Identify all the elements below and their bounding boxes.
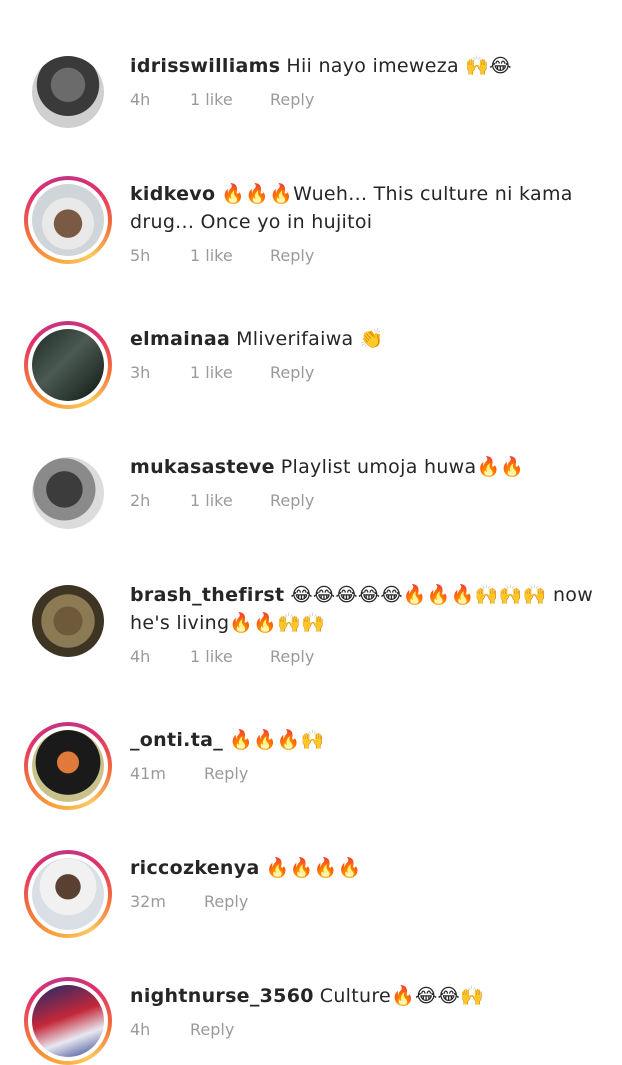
- username[interactable]: nightnurse_3560: [130, 985, 314, 1007]
- comment-meta: 32m Reply: [130, 892, 614, 911]
- reply-button[interactable]: Reply: [204, 892, 248, 911]
- username[interactable]: idrisswilliams: [130, 55, 280, 77]
- avatar[interactable]: [32, 56, 104, 128]
- timestamp: 4h: [130, 1020, 151, 1039]
- comment-body: Mliverifaiwa 👏: [236, 328, 384, 350]
- timestamp: 4h: [130, 647, 151, 666]
- comment-body: 🔥🔥🔥🙌: [229, 729, 325, 751]
- comment-text: riccozkenya 🔥🔥🔥🔥: [130, 854, 614, 882]
- comment-text: _onti.ta_ 🔥🔥🔥🙌: [130, 726, 614, 754]
- timestamp: 4h: [130, 90, 151, 109]
- comment-text: idrisswilliams Hii nayo imeweza 🙌😂: [130, 52, 614, 80]
- username[interactable]: brash_thefirst: [130, 584, 284, 606]
- comment-meta: 4h 1 like Reply: [130, 647, 614, 666]
- avatar[interactable]: [24, 176, 112, 264]
- comment-meta: 3h 1 like Reply: [130, 363, 614, 382]
- reply-button[interactable]: Reply: [270, 363, 314, 382]
- avatar[interactable]: [24, 321, 112, 409]
- comment-meta: 4h Reply: [130, 1020, 614, 1039]
- comment-meta: 4h 1 like Reply: [130, 90, 614, 109]
- comment-body: Culture🔥😂😂🙌: [319, 985, 484, 1007]
- reply-button[interactable]: Reply: [270, 491, 314, 510]
- username[interactable]: elmainaa: [130, 328, 230, 350]
- username[interactable]: mukasasteve: [130, 456, 275, 478]
- avatar[interactable]: [24, 722, 112, 810]
- comment-text: nightnurse_3560 Culture🔥😂😂🙌: [130, 982, 614, 1010]
- like-count[interactable]: 1 like: [190, 246, 270, 265]
- username[interactable]: _onti.ta_: [130, 729, 223, 751]
- avatar[interactable]: [32, 457, 104, 529]
- like-count[interactable]: 1 like: [190, 491, 270, 510]
- comment-body: Hii nayo imeweza 🙌😂: [286, 55, 512, 77]
- timestamp: 32m: [130, 892, 166, 911]
- timestamp: 5h: [130, 246, 151, 265]
- timestamp: 3h: [130, 363, 151, 382]
- username[interactable]: riccozkenya: [130, 857, 260, 879]
- timestamp: 41m: [130, 764, 166, 783]
- avatar[interactable]: [24, 850, 112, 938]
- comment-body: 🔥🔥🔥🔥: [265, 857, 362, 879]
- comment-meta: 41m Reply: [130, 764, 614, 783]
- reply-button[interactable]: Reply: [204, 764, 248, 783]
- reply-button[interactable]: Reply: [270, 90, 314, 109]
- avatar[interactable]: [24, 977, 112, 1065]
- comment-text: kidkevo 🔥🔥🔥Wueh... This culture ni kama d…: [130, 180, 614, 236]
- reply-button[interactable]: Reply: [190, 1020, 234, 1039]
- comment-text: elmainaa Mliverifaiwa 👏: [130, 325, 614, 353]
- username[interactable]: kidkevo: [130, 183, 215, 205]
- comment-text: mukasasteve Playlist umoja huwa🔥🔥: [130, 453, 614, 481]
- reply-button[interactable]: Reply: [270, 647, 314, 666]
- comment-meta: 5h 1 like Reply: [130, 246, 614, 265]
- like-count[interactable]: 1 like: [190, 90, 270, 109]
- comment-body: Playlist umoja huwa🔥🔥: [280, 456, 525, 478]
- comment-text: brash_thefirst 😂😂😂😂😂🔥🔥🔥🙌🙌🙌 now he's livin…: [130, 581, 614, 637]
- like-count[interactable]: 1 like: [190, 363, 270, 382]
- avatar[interactable]: [32, 585, 104, 657]
- timestamp: 2h: [130, 491, 151, 510]
- reply-button[interactable]: Reply: [270, 246, 314, 265]
- comment-meta: 2h 1 like Reply: [130, 491, 614, 510]
- like-count[interactable]: 1 like: [190, 647, 270, 666]
